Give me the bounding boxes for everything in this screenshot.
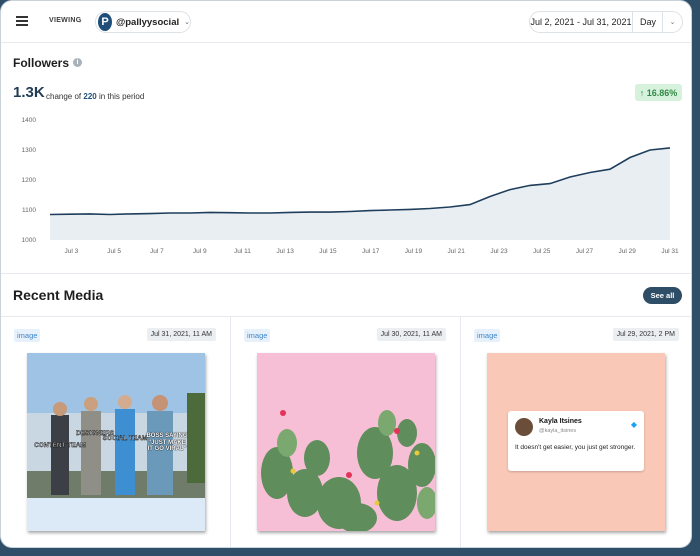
meme-label-social-team: SOCIAL TEAM <box>103 435 148 442</box>
followers-area <box>50 147 670 240</box>
viewing-label: VIEWING <box>49 17 82 24</box>
tweet-text: It doesn't get easier, you just get stro… <box>515 444 636 451</box>
tweet-author-name: Kayla Itsines <box>539 418 582 425</box>
x-tick-label: Jul 25 <box>533 248 551 255</box>
followers-title: Followers <box>13 56 70 70</box>
followers-chart: 1000 1100 1200 1300 1400 Jul 3 Jul 5 Jul 7 Jul 9… <box>22 117 680 255</box>
avatar <box>515 418 533 436</box>
media-type-badge: image <box>474 329 501 342</box>
see-all-button[interactable]: See all <box>643 287 682 304</box>
x-tick-label: Jul 15 <box>319 248 337 255</box>
x-tick-label: Jul 29 <box>619 248 637 255</box>
x-tick-label: Jul 21 <box>448 248 466 255</box>
chevron-down-icon: ⌄ <box>184 19 190 26</box>
media-date: Jul 30, 2021, 11 AM <box>376 328 446 341</box>
x-tick-label: Jul 23 <box>490 248 508 255</box>
chevron-right-icon: › <box>79 16 82 25</box>
media-card[interactable]: image Jul 29, 2021, 2 PM Kayla Itsines @… <box>461 317 691 547</box>
cactus-image <box>257 353 435 531</box>
media-grid: image Jul 31, 2021, 11 AM CONTENT TEAM D… <box>1 316 691 547</box>
y-tick-label: 1300 <box>22 147 37 154</box>
info-icon[interactable]: i <box>73 58 82 67</box>
chevron-down-icon[interactable]: ⌄ <box>662 12 682 32</box>
date-range-picker[interactable]: Jul 2, 2021 - Jul 31, 2021 <box>529 11 633 33</box>
top-bar: VIEWING › P @pallyysocial ⌄ Jul 2, 2021 … <box>1 1 691 43</box>
twitter-bird-icon: ◆ <box>630 420 637 429</box>
media-date: Jul 31, 2021, 11 AM <box>146 328 216 341</box>
period-value: Day <box>640 17 657 27</box>
meme-label-content-team: CONTENT TEAM <box>34 442 86 449</box>
media-type-badge: image <box>14 329 41 342</box>
change-prefix: change of <box>46 92 82 101</box>
growth-badge: ↑ 16.86% <box>635 84 682 101</box>
media-card[interactable]: image Jul 31, 2021, 11 AM CONTENT TEAM D… <box>1 317 231 547</box>
media-thumbnail-tweet[interactable]: Kayla Itsines @kayla_itsines ◆ It doesn'… <box>487 353 665 531</box>
media-type-badge: image <box>244 329 271 342</box>
x-tick-label: Jul 27 <box>576 248 594 255</box>
x-tick-label: Jul 19 <box>405 248 423 255</box>
followers-total: 1.3K <box>13 84 45 101</box>
y-tick-label: 1000 <box>22 237 37 244</box>
y-tick-label: 1200 <box>22 177 37 184</box>
account-name: @pallyysocial <box>115 16 180 28</box>
y-tick-label: 1400 <box>22 117 37 124</box>
change-value: 220 <box>83 92 97 101</box>
change-suffix: in this period <box>98 92 145 101</box>
x-tick-label: Jul 13 <box>277 248 295 255</box>
section-divider <box>1 273 691 274</box>
x-tick-label: Jul 3 <box>65 248 79 255</box>
tweet-author-handle: @kayla_itsines <box>539 428 577 434</box>
media-thumbnail-meme[interactable]: CONTENT TEAM DESIGNERS SOCIAL TEAM BOSS … <box>27 353 205 531</box>
x-tick-label: Jul 5 <box>107 248 121 255</box>
x-tick-label: Jul 17 <box>362 248 380 255</box>
media-thumbnail-cactus[interactable] <box>257 353 435 531</box>
tweet-card: Kayla Itsines @kayla_itsines ◆ It doesn'… <box>508 411 644 471</box>
media-card[interactable]: image Jul 30, 2021, 11 AM <box>231 317 461 547</box>
x-tick-label: Jul 7 <box>150 248 164 255</box>
recent-media-title: Recent Media <box>13 287 104 303</box>
account-selector[interactable]: P @pallyysocial ⌄ <box>95 11 191 33</box>
meme-label-boss: BOSS SAYING "JUST MAKE IT GO VIRAL" <box>146 433 188 453</box>
app-window: VIEWING › P @pallyysocial ⌄ Jul 2, 2021 … <box>0 0 692 548</box>
account-logo-icon: P <box>98 13 112 31</box>
media-date: Jul 29, 2021, 2 PM <box>612 328 679 341</box>
x-tick-label: Jul 9 <box>193 248 207 255</box>
hamburger-menu-icon[interactable] <box>16 16 28 26</box>
period-select[interactable]: Day ⌄ <box>633 11 683 33</box>
y-tick-label: 1100 <box>22 207 36 214</box>
change-summary: change of 220 in this period <box>46 92 144 101</box>
x-tick-label: Jul 31 <box>661 248 679 255</box>
x-tick-label: Jul 11 <box>234 248 251 255</box>
